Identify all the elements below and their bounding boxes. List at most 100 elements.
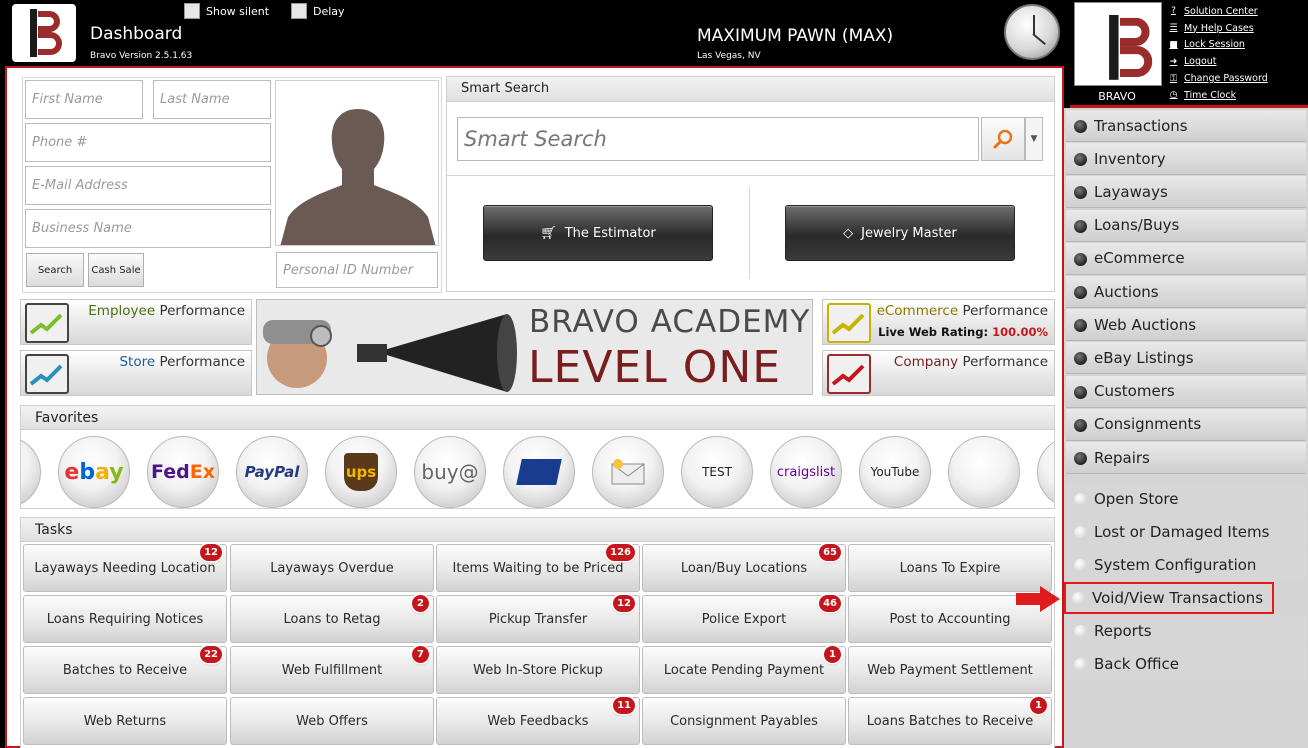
- jewelry-master-button[interactable]: ◇ Jewelry Master: [785, 205, 1015, 261]
- bullet-icon: [1074, 120, 1087, 133]
- ecommerce-performance-tile[interactable]: eCommerce Performance Live Web Rating: 1…: [822, 299, 1055, 345]
- task-button[interactable]: Pickup Transfer 12: [436, 595, 640, 643]
- nav-item[interactable]: Auctions: [1066, 276, 1306, 308]
- help-icon: ?: [1171, 6, 1176, 17]
- partial-favorite-icon[interactable]: [1037, 436, 1054, 508]
- personal-id-input[interactable]: [276, 252, 438, 288]
- paypal-icon[interactable]: PayPal: [236, 436, 308, 508]
- task-button[interactable]: Layaways Overdue: [230, 544, 434, 592]
- delay-checkbox[interactable]: Delay: [291, 3, 345, 19]
- nav-item[interactable]: Customers: [1066, 375, 1306, 408]
- bullet-icon: [1074, 286, 1087, 299]
- nav-item[interactable]: eCommerce: [1066, 242, 1306, 275]
- task-button[interactable]: Layaways Needing Location 12: [23, 544, 227, 592]
- task-button[interactable]: Loan/Buy Locations 65: [642, 544, 846, 592]
- task-button[interactable]: Web Offers: [230, 697, 434, 745]
- nav-item-secondary[interactable]: Lost or Damaged Items: [1066, 516, 1306, 548]
- task-button[interactable]: Web Feedbacks 11: [436, 697, 640, 745]
- usps-icon[interactable]: [503, 436, 575, 508]
- nav-item-secondary[interactable]: Back Office: [1066, 648, 1306, 680]
- nav-item[interactable]: Inventory: [1066, 143, 1306, 176]
- store-name: MAXIMUM PAWN (MAX): [697, 26, 894, 46]
- nav-item-label: Web Auctions: [1094, 315, 1197, 334]
- lock-session-link[interactable]: ■ Lock Session: [1168, 37, 1268, 54]
- test-favorite[interactable]: TEST: [681, 436, 753, 508]
- buya-icon[interactable]: buy@: [414, 436, 486, 508]
- nav-item[interactable]: eBay Listings: [1066, 342, 1306, 375]
- bullet-icon: [1074, 625, 1087, 638]
- phone-input[interactable]: [25, 123, 271, 162]
- nav-item[interactable]: Web Auctions: [1066, 309, 1306, 342]
- bullet-icon: [1074, 452, 1087, 465]
- task-label: Batches to Receive: [62, 662, 188, 678]
- craigslist-icon[interactable]: craigslist: [770, 436, 842, 508]
- show-silent-checkbox[interactable]: Show silent: [184, 3, 269, 19]
- task-button[interactable]: Web Payment Settlement: [848, 646, 1052, 694]
- nav-item[interactable]: Transactions: [1066, 110, 1306, 142]
- bullet-icon: [1074, 559, 1087, 572]
- task-label: Loans To Expire: [899, 560, 1001, 576]
- diamond-icon: ◇: [843, 225, 854, 241]
- nav-item-label: Open Store: [1094, 490, 1179, 508]
- smart-search-button[interactable]: [981, 117, 1025, 161]
- nav-item[interactable]: Repairs: [1066, 442, 1306, 474]
- business-name-input[interactable]: [25, 209, 271, 248]
- tasks-panel: Tasks Layaways Needing Location 12 Layaway…: [20, 517, 1055, 748]
- task-button[interactable]: Locate Pending Payment 1: [642, 646, 846, 694]
- bravo-academy-banner[interactable]: BRAVO ACADEMY LEVEL ONE: [256, 299, 813, 395]
- partial-favorite-icon[interactable]: [21, 436, 41, 508]
- task-button[interactable]: Consignment Payables: [642, 697, 846, 745]
- task-button[interactable]: Items Waiting to be Priced 126: [436, 544, 640, 592]
- store-performance-tile[interactable]: Store Performance: [20, 350, 252, 396]
- bravo-logo[interactable]: [12, 4, 76, 62]
- solution-center-link[interactable]: ? Solution Center: [1168, 3, 1268, 20]
- bullet-icon: [1074, 319, 1087, 333]
- nav-item-label: Auctions: [1094, 282, 1159, 301]
- nav-item-secondary[interactable]: System Configuration: [1066, 549, 1306, 581]
- estimator-button[interactable]: 🛒︎ The Estimator: [483, 205, 713, 261]
- chevron-down-icon[interactable]: ▼: [1025, 117, 1043, 161]
- list-icon: ☰: [1169, 23, 1178, 34]
- task-button[interactable]: Web Returns: [23, 697, 227, 745]
- favorites-heading: Favorites: [21, 406, 1054, 430]
- youtube-icon[interactable]: YouTube: [859, 436, 931, 508]
- void-view-transactions-nav[interactable]: Void/View Transactions: [1064, 582, 1274, 614]
- ebay-icon[interactable]: ebay: [58, 436, 130, 508]
- time-clock-link[interactable]: ◷ Time Clock: [1168, 87, 1268, 104]
- task-label: Loans to Retag: [283, 611, 381, 627]
- cash-sale-button[interactable]: Cash Sale: [88, 253, 144, 287]
- email-input[interactable]: [25, 166, 271, 205]
- count-badge: 12: [613, 595, 635, 612]
- search-button[interactable]: Search: [26, 253, 84, 287]
- task-button[interactable]: Loans Batches to Receive 1: [848, 697, 1052, 745]
- nav-item-secondary[interactable]: Open Store: [1066, 483, 1306, 515]
- nav-item-secondary[interactable]: Reports: [1066, 615, 1306, 647]
- nav-item[interactable]: Consignments: [1066, 408, 1306, 441]
- change-password-link[interactable]: ⚿ Change Password: [1168, 70, 1268, 87]
- task-button[interactable]: Police Export 46: [642, 595, 846, 643]
- nav-item[interactable]: Layaways: [1066, 176, 1306, 209]
- task-button[interactable]: Loans To Expire: [848, 544, 1052, 592]
- employee-performance-tile[interactable]: Employee Performance: [20, 299, 252, 345]
- help-cases-link[interactable]: ☰ My Help Cases: [1168, 20, 1268, 37]
- last-name-input[interactable]: [153, 80, 271, 119]
- task-button[interactable]: Loans to Retag 2: [230, 595, 434, 643]
- logout-link[interactable]: ➜ Logout: [1168, 53, 1268, 70]
- count-badge: 46: [819, 595, 841, 612]
- mail-icon[interactable]: [592, 436, 664, 508]
- company-performance-tile[interactable]: Company Performance: [822, 350, 1055, 396]
- task-button[interactable]: Web Fulfillment 7: [230, 646, 434, 694]
- checkbox-box[interactable]: [184, 3, 200, 19]
- fedex-icon[interactable]: FedEx: [147, 436, 219, 508]
- task-button[interactable]: Loans Requiring Notices: [23, 595, 227, 643]
- empty-favorite[interactable]: [948, 436, 1020, 508]
- task-label: Post to Accounting: [889, 611, 1011, 627]
- first-name-input[interactable]: [25, 80, 143, 119]
- nav-item[interactable]: Loans/Buys: [1066, 209, 1306, 242]
- task-button[interactable]: Web In-Store Pickup: [436, 646, 640, 694]
- checkbox-box[interactable]: [291, 3, 307, 19]
- task-button[interactable]: Batches to Receive 22: [23, 646, 227, 694]
- ups-icon[interactable]: ups: [325, 436, 397, 508]
- nav-item-label: Back Office: [1094, 655, 1179, 673]
- smart-search-input[interactable]: [457, 117, 979, 161]
